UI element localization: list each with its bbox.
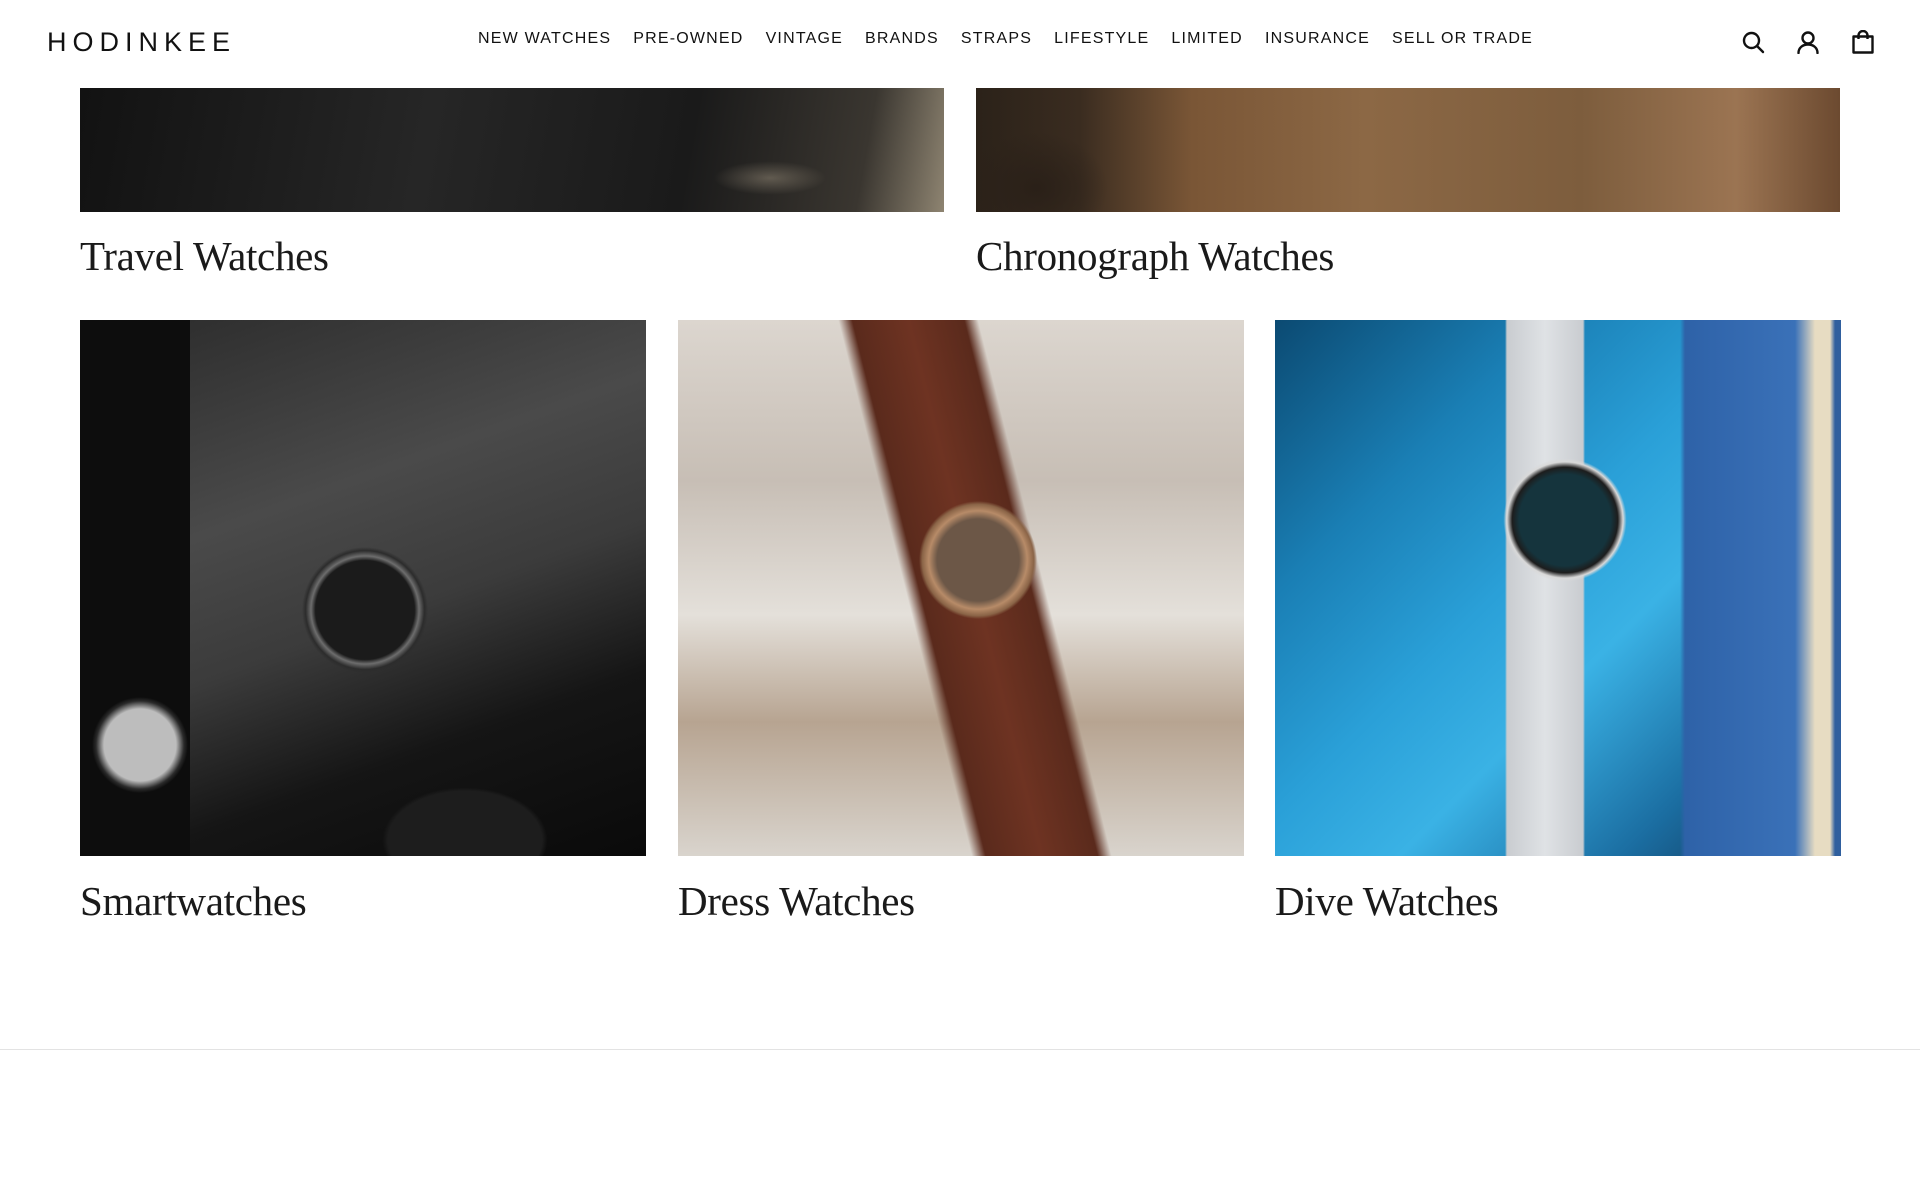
category-image-dress-watches[interactable]: [678, 320, 1244, 856]
category-image-dive-watches[interactable]: [1275, 320, 1841, 856]
section-divider: [0, 1049, 1920, 1050]
nav-item-lifestyle[interactable]: LIFESTYLE: [1054, 30, 1149, 48]
category-image-travel-watches[interactable]: [80, 88, 944, 212]
nav-item-brands[interactable]: BRANDS: [865, 30, 939, 48]
nav-item-sell-or-trade[interactable]: SELL OR TRADE: [1392, 30, 1533, 48]
nav-item-straps[interactable]: STRAPS: [961, 30, 1032, 48]
site-logo[interactable]: HODINKEE: [47, 27, 236, 58]
category-title-dive-watches[interactable]: Dive Watches: [1275, 877, 1499, 925]
shopping-bag-icon[interactable]: [1850, 29, 1876, 55]
category-image-chronograph-watches[interactable]: [976, 88, 1840, 212]
site-header: HODINKEE NEW WATCHES PRE-OWNED VINTAGE B…: [0, 0, 1920, 88]
search-icon[interactable]: [1740, 29, 1766, 55]
category-image-smartwatches[interactable]: [80, 320, 646, 856]
account-icon[interactable]: [1795, 29, 1821, 55]
nav-item-pre-owned[interactable]: PRE-OWNED: [633, 30, 743, 48]
nav-item-limited[interactable]: LIMITED: [1171, 30, 1243, 48]
nav-item-insurance[interactable]: INSURANCE: [1265, 30, 1370, 48]
category-title-travel-watches[interactable]: Travel Watches: [80, 232, 329, 280]
category-title-smartwatches[interactable]: Smartwatches: [80, 877, 307, 925]
main-nav: NEW WATCHES PRE-OWNED VINTAGE BRANDS STR…: [478, 30, 1533, 48]
nav-item-new-watches[interactable]: NEW WATCHES: [478, 30, 611, 48]
category-title-chronograph-watches[interactable]: Chronograph Watches: [976, 232, 1334, 280]
header-actions: [1740, 29, 1876, 55]
category-title-dress-watches[interactable]: Dress Watches: [678, 877, 915, 925]
nav-item-vintage[interactable]: VINTAGE: [766, 30, 843, 48]
